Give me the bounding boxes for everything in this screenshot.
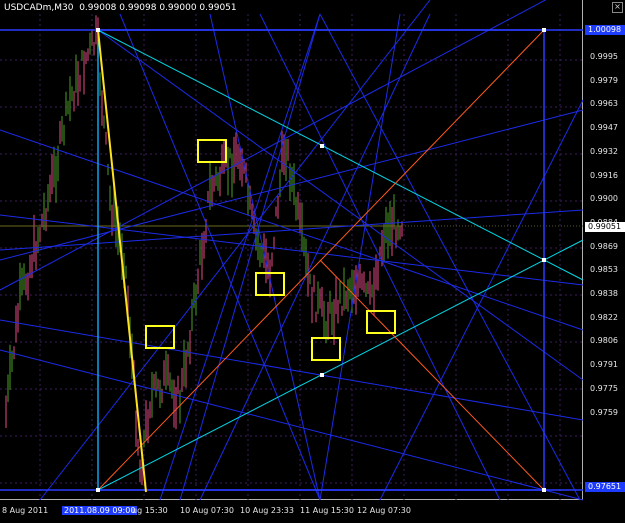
price-tick-label: 0.9853 xyxy=(590,265,618,275)
time-cursor-label: 2011.08.09 09:00 xyxy=(62,506,138,515)
time-label: 11 Aug 15:30 xyxy=(300,506,354,515)
marker-box xyxy=(145,325,175,349)
price-tag-current: 0.99051 xyxy=(585,222,625,232)
gann-fan-line xyxy=(0,129,584,331)
anchor-point xyxy=(96,28,100,32)
price-tick-label: 0.9791 xyxy=(590,360,618,370)
gann-fan-line xyxy=(319,13,581,501)
price-tick-label: 0.9979 xyxy=(590,75,618,85)
price-tick-label: 0.9869 xyxy=(590,241,618,251)
chart-graphics[interactable] xyxy=(0,0,625,523)
gann-fan-line xyxy=(199,13,431,501)
price-tick-label: 0.9963 xyxy=(590,99,618,109)
triangle-line-lower xyxy=(97,239,584,491)
price-tick-label: 0.9838 xyxy=(590,289,618,298)
price-tick-label: 0.9775 xyxy=(590,383,618,393)
price-tick-label: 0.9932 xyxy=(590,146,618,156)
gann-fan-line xyxy=(379,99,584,501)
anchor-point xyxy=(320,373,324,377)
price-tick-label: 0.9916 xyxy=(590,170,618,180)
gann-fan-line xyxy=(0,0,547,291)
price-tag-top: 1.00098 xyxy=(585,25,625,35)
time-label: 12 Aug 07:30 xyxy=(357,506,411,515)
trend-line xyxy=(97,29,147,493)
gann-fan-line xyxy=(97,29,584,381)
anchor-point xyxy=(542,28,546,32)
price-tag-bottom: 0.97651 xyxy=(585,482,625,492)
time-label: 10 Aug 23:33 xyxy=(240,506,294,515)
close-icon[interactable]: × xyxy=(612,2,623,13)
time-label: 10 Aug 07:30 xyxy=(180,506,234,515)
time-label: 8 Aug 2011 xyxy=(2,506,49,515)
ohlc-values: 0.99008 0.99098 0.99000 0.99051 xyxy=(79,3,237,13)
price-tick-label: 0.9900 xyxy=(590,194,618,204)
anchor-point xyxy=(542,488,546,492)
time-label: ug 15:30 xyxy=(132,506,168,515)
chart-window[interactable]: USDCADm,M30 0.99008 0.99098 0.99000 0.99… xyxy=(0,0,625,523)
gann-fan-line xyxy=(209,13,321,501)
symbol-label: USDCADm,M30 xyxy=(4,3,74,13)
gann-fan-line xyxy=(0,109,584,261)
price-tick-label: 0.9806 xyxy=(590,336,618,346)
price-tick-label: 0.9995 xyxy=(590,52,618,61)
anchor-point xyxy=(320,144,324,148)
triangle-line-upper xyxy=(97,29,584,281)
gann-fan-line xyxy=(259,13,501,501)
price-tick-label: 0.9947 xyxy=(590,123,618,133)
price-tick-label: 0.9822 xyxy=(590,312,618,322)
anchor-point xyxy=(542,258,546,262)
gann-fan-line xyxy=(0,319,584,421)
chart-header: USDCADm,M30 0.99008 0.99098 0.99000 0.99… xyxy=(4,3,237,13)
price-tick-label: 0.9759 xyxy=(590,407,618,417)
anchor-point xyxy=(96,488,100,492)
